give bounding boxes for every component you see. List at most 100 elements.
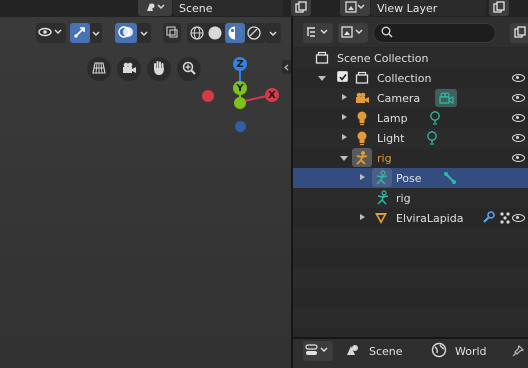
bone-icon[interactable] xyxy=(443,171,457,188)
scene-tab-label: Scene xyxy=(369,344,403,358)
filter-button[interactable] xyxy=(338,23,368,43)
outliner-empty-row xyxy=(293,308,528,328)
gizmo-x-axis[interactable]: X xyxy=(265,88,279,102)
outliner-row-lamp[interactable]: Lamp xyxy=(293,108,528,128)
row-label: rig xyxy=(396,191,411,205)
pose-icon xyxy=(372,168,392,187)
world-icon xyxy=(431,342,447,361)
view-layer-selector-button[interactable] xyxy=(340,0,370,16)
outliner-row-collection[interactable]: Collection xyxy=(293,68,528,88)
eye-icon[interactable] xyxy=(512,94,525,102)
material-shading-icon xyxy=(228,26,242,40)
expand-arrow-icon[interactable] xyxy=(342,134,347,140)
wrench-icon[interactable] xyxy=(481,211,495,228)
light-data-icon[interactable] xyxy=(428,110,442,129)
gizmo-neg-y-axis[interactable] xyxy=(234,97,246,109)
expand-arrow-icon[interactable] xyxy=(342,114,347,120)
expand-arrow-icon[interactable] xyxy=(360,214,365,220)
world-tab-label: World xyxy=(455,344,487,358)
expand-arrow-icon[interactable] xyxy=(340,156,348,161)
exclude-checkbox[interactable] xyxy=(337,71,348,82)
expand-arrow-icon[interactable] xyxy=(360,174,365,180)
row-label: Light xyxy=(377,131,405,145)
camera-data-icon[interactable] xyxy=(435,89,457,107)
xray-toggle-button[interactable] xyxy=(163,23,181,43)
pan-view-button[interactable] xyxy=(147,57,171,81)
vertex-groups-icon[interactable] xyxy=(499,211,511,228)
eye-icon[interactable] xyxy=(512,154,525,162)
outliner-search-input[interactable] xyxy=(373,23,496,43)
gizmo-neg-x-axis[interactable] xyxy=(202,90,214,102)
row-label: Camera xyxy=(377,91,421,105)
outliner-row-elviralapida[interactable]: ElviraLapida xyxy=(293,208,528,228)
chevron-down-icon xyxy=(140,27,148,40)
light-data-icon[interactable] xyxy=(425,130,439,149)
gizmo-dropdown-button[interactable] xyxy=(90,23,102,43)
camera-object-icon xyxy=(354,91,370,108)
outliner-row-rig-data[interactable]: rig xyxy=(293,188,528,208)
row-label: Pose xyxy=(396,171,422,185)
scene-name-field[interactable]: Scene xyxy=(173,0,283,16)
view-layer-name-field[interactable]: View Layer xyxy=(371,0,486,16)
gizmo-z-label: Z xyxy=(236,58,244,70)
overlays-dropdown-button[interactable] xyxy=(137,23,151,43)
eye-icon[interactable] xyxy=(512,114,525,122)
overlays-toggle-button[interactable] xyxy=(115,23,137,43)
outliner-row-pose[interactable]: Pose xyxy=(293,168,528,188)
image-icon xyxy=(340,25,366,41)
pin-icon[interactable] xyxy=(511,344,525,361)
new-collection-button[interactable] xyxy=(510,23,528,43)
outliner-row-light[interactable]: Light xyxy=(293,128,528,148)
shading-dropdown-button[interactable] xyxy=(265,23,281,43)
eye-dropdown-icon xyxy=(38,26,64,41)
object-visibility-button[interactable] xyxy=(36,23,66,43)
scene-name-text: Scene xyxy=(179,1,213,15)
scene-selector-button[interactable] xyxy=(138,0,172,16)
chevron-down-icon xyxy=(269,27,277,40)
gizmo-y-axis[interactable]: Y xyxy=(233,81,247,95)
wireframe-shading-icon[interactable] xyxy=(189,25,205,44)
outliner-row-scene-collection[interactable]: Scene Collection xyxy=(293,48,528,68)
material-shading-button[interactable] xyxy=(225,23,245,43)
mesh-object-icon xyxy=(374,211,388,228)
scene-tab[interactable]: Scene xyxy=(345,341,403,361)
gizmo-neg-z-axis[interactable] xyxy=(235,121,246,132)
new-view-layer-button[interactable] xyxy=(489,0,509,16)
gizmo-z-axis[interactable]: Z xyxy=(233,57,247,71)
armature-data-icon xyxy=(375,190,391,209)
eye-icon[interactable] xyxy=(512,214,525,222)
outliner-empty-row xyxy=(293,228,528,248)
toggle-ortho-button[interactable] xyxy=(87,57,111,81)
grid-icon xyxy=(92,61,106,78)
outliner-row-camera[interactable]: Camera xyxy=(293,88,528,108)
world-tab[interactable]: World xyxy=(431,341,487,361)
view-layer-icon xyxy=(344,0,366,16)
outliner-row-rig-object[interactable]: rig xyxy=(293,148,528,168)
copy-icon xyxy=(295,0,307,16)
properties-icon xyxy=(305,343,331,359)
eye-icon[interactable] xyxy=(512,74,525,82)
gizmo-toggle-button[interactable] xyxy=(70,23,90,43)
gizmo-y-label: Y xyxy=(236,82,244,94)
gizmo-icon xyxy=(73,25,87,42)
search-icon xyxy=(381,26,393,41)
editor-type-button[interactable] xyxy=(303,341,333,361)
collection-box-icon xyxy=(315,51,329,68)
overlays-icon xyxy=(118,25,134,42)
eye-icon[interactable] xyxy=(512,134,525,142)
collection-box-icon xyxy=(355,71,369,88)
light-object-icon xyxy=(355,110,369,129)
xray-icon xyxy=(165,25,179,42)
outliner-icon xyxy=(305,26,331,41)
row-label: ElviraLapida xyxy=(396,211,464,225)
gizmo-x-label: X xyxy=(268,89,276,101)
expand-arrow-icon[interactable] xyxy=(342,94,347,100)
new-scene-button[interactable] xyxy=(291,0,311,16)
zoom-in-icon xyxy=(182,61,196,78)
solid-shading-icon[interactable] xyxy=(207,25,223,44)
expand-arrow-icon[interactable] xyxy=(318,76,326,81)
rendered-shading-icon[interactable] xyxy=(246,25,262,44)
display-mode-button[interactable] xyxy=(303,23,333,43)
camera-view-button[interactable] xyxy=(117,57,141,81)
navigation-gizmo[interactable]: Z Y X xyxy=(198,57,288,137)
